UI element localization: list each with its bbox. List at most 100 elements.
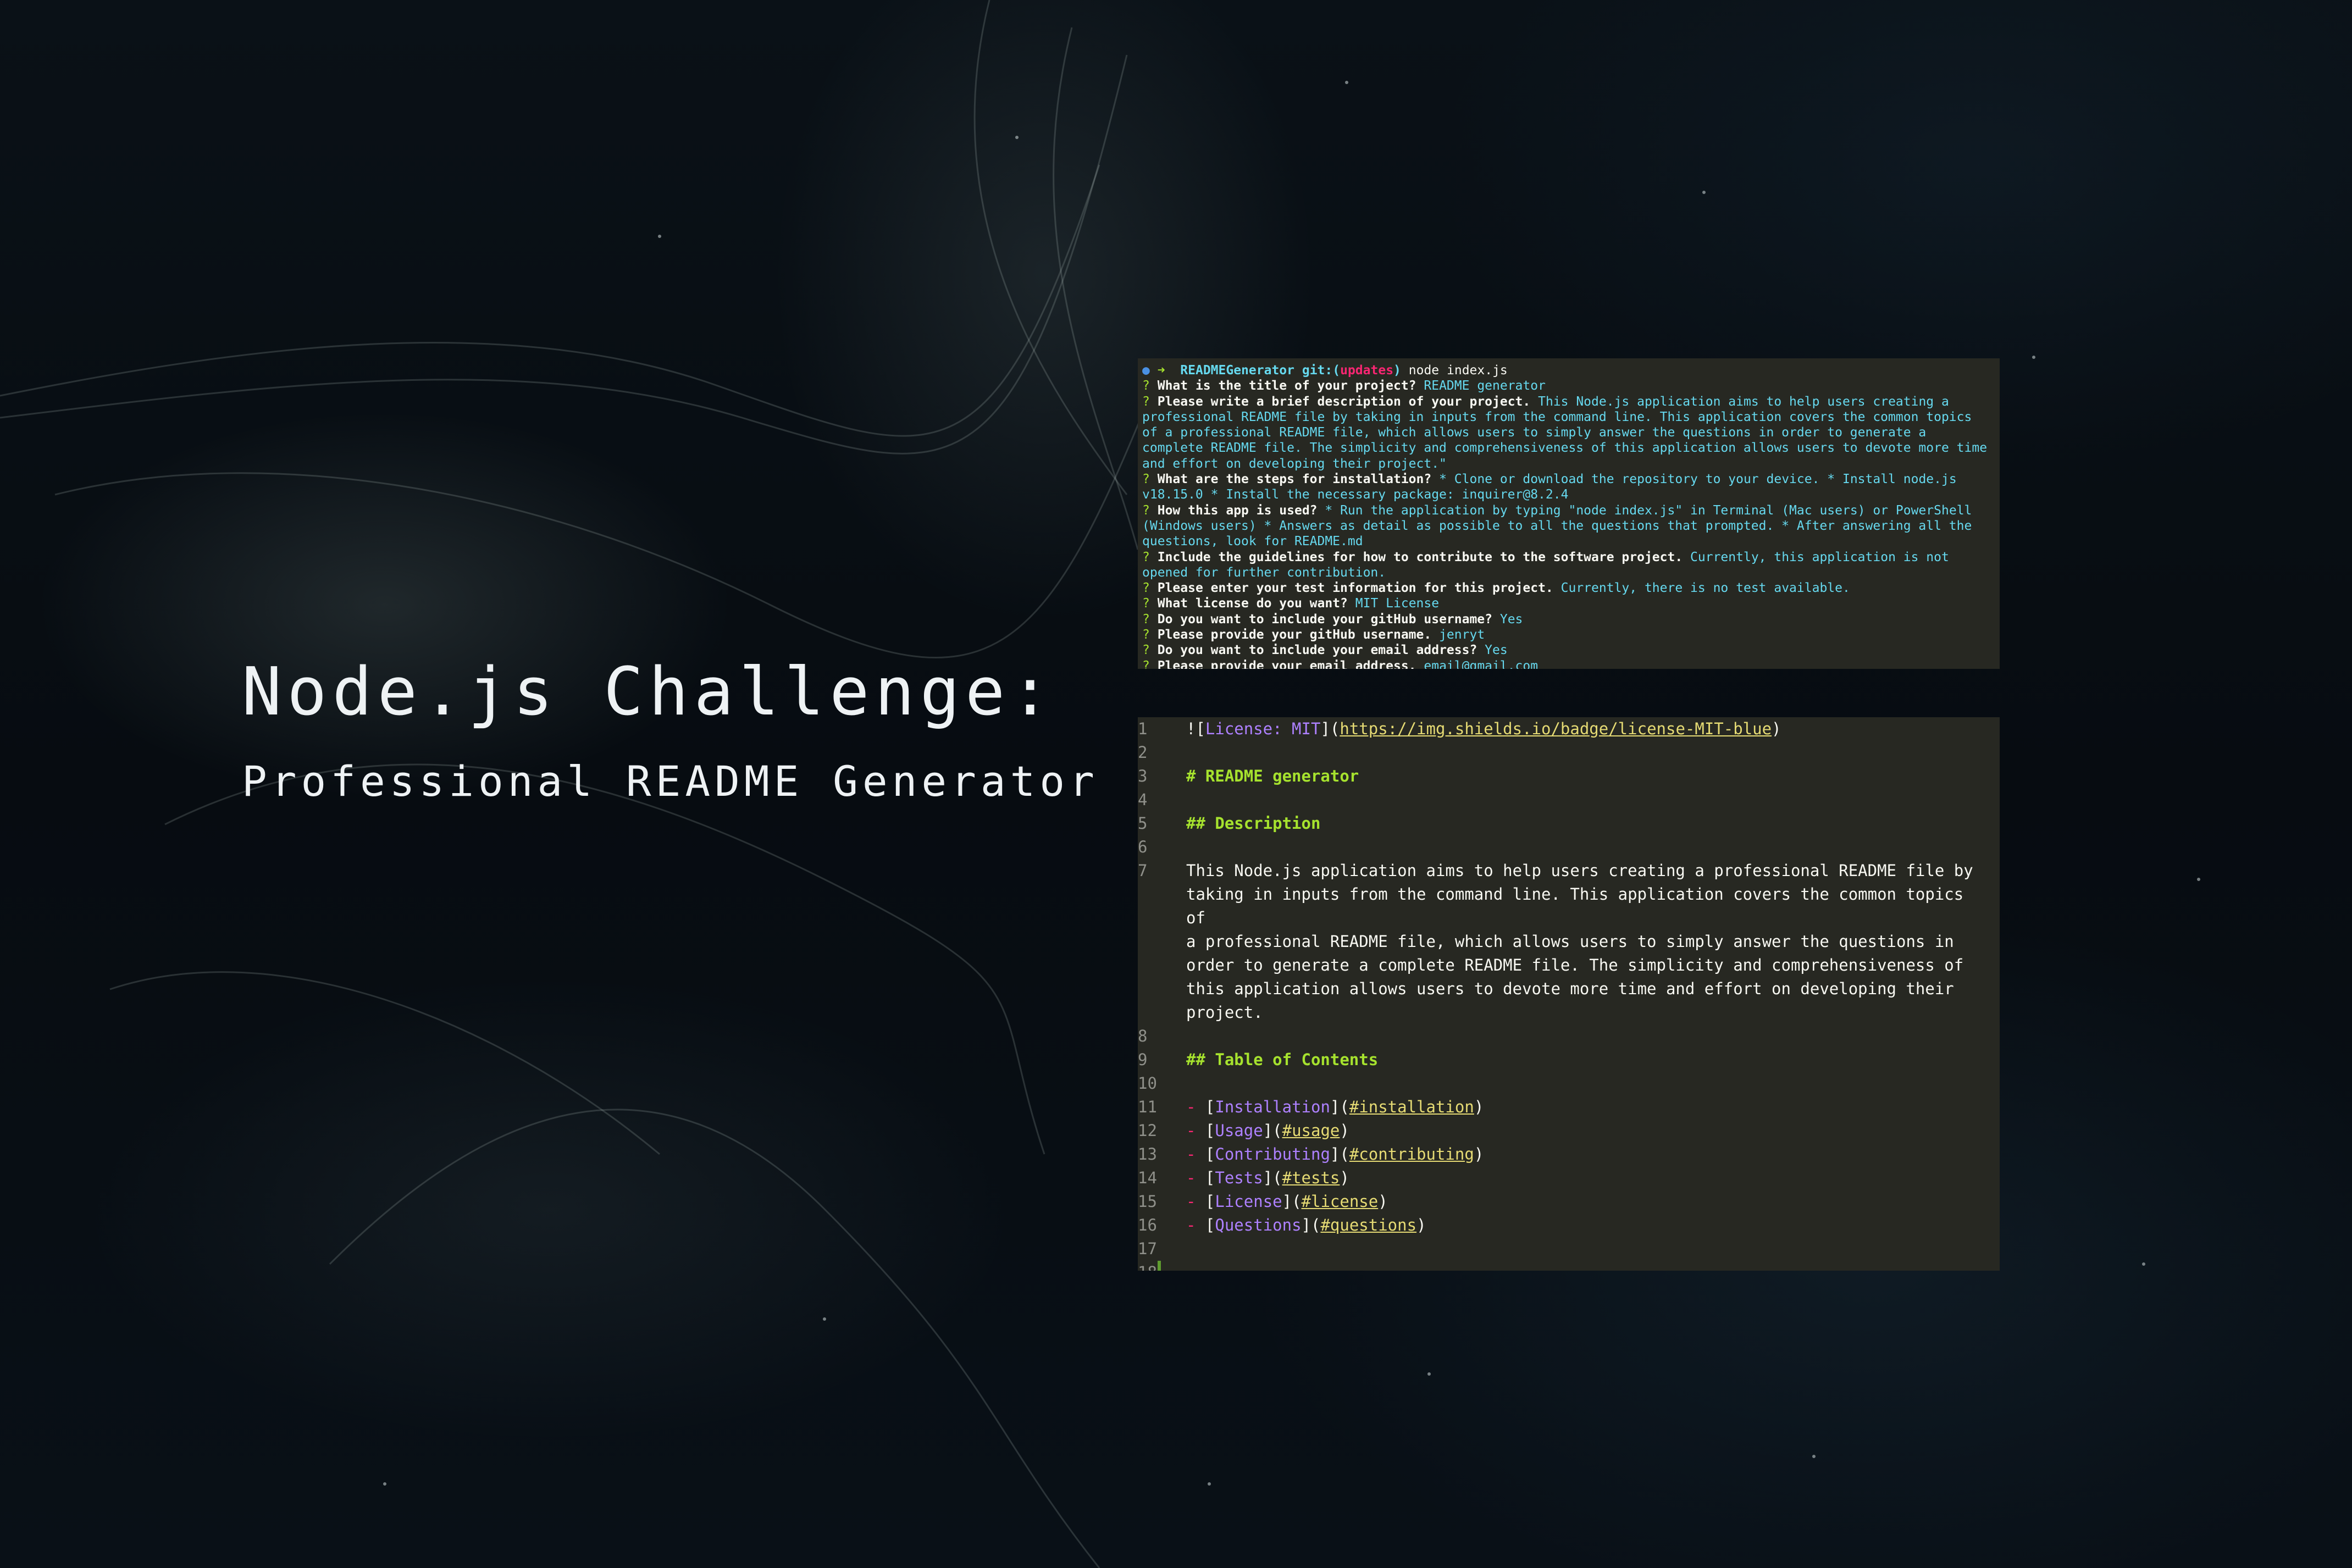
md-bracket: ) xyxy=(1340,1121,1349,1140)
editor-line: 2 xyxy=(1138,741,2000,764)
terminal-question: Do you want to include your email addres… xyxy=(1157,643,1477,658)
md-heading: ## Description xyxy=(1186,814,1321,833)
md-bracket: ]( xyxy=(1263,1168,1282,1187)
terminal-question: Please provide your gitHub username. xyxy=(1157,628,1432,642)
editor-line: 18 xyxy=(1138,1261,2000,1271)
description-text: This Node.js application aims to help us… xyxy=(1186,861,1973,880)
line-number: 3 xyxy=(1138,767,1148,785)
md-heading: # README generator xyxy=(1186,767,1359,785)
line-number: 15 xyxy=(1138,1192,1157,1211)
code-editor[interactable]: 1 ![License: MIT](https://img.shields.io/… xyxy=(1138,717,2000,1271)
line-number: 2 xyxy=(1138,743,1148,762)
terminal-qa-line: ? Do you want to include your email addr… xyxy=(1142,642,1994,658)
prompt-command: node index.js xyxy=(1408,363,1508,378)
question-mark-icon: ? xyxy=(1142,658,1150,669)
line-number: 17 xyxy=(1138,1239,1157,1258)
question-mark-icon: ? xyxy=(1142,379,1150,394)
toc-link: #contributing xyxy=(1349,1145,1474,1163)
line-number: 16 xyxy=(1138,1216,1157,1234)
line-number: 12 xyxy=(1138,1121,1157,1140)
md-bracket: ]( xyxy=(1330,1145,1349,1163)
terminal-answer: jenryt xyxy=(1439,628,1485,642)
md-link-text: License: MIT xyxy=(1205,719,1321,738)
terminal-question: Include the guidelines for how to contri… xyxy=(1157,550,1683,564)
description-text: taking in inputs from the command line. … xyxy=(1186,885,1973,927)
editor-line: 10 xyxy=(1138,1072,2000,1095)
terminal-question: Please write a brief description of your… xyxy=(1157,394,1531,409)
line-number: 13 xyxy=(1138,1145,1157,1163)
editor-line: 5 ## Description xyxy=(1138,812,2000,835)
toc-label: Installation xyxy=(1215,1098,1330,1116)
question-mark-icon: ? xyxy=(1142,628,1150,642)
line-number: 8 xyxy=(1138,1027,1148,1045)
md-bracket: ![ xyxy=(1186,719,1205,738)
hero-subtitle: Professional README Generator xyxy=(242,757,1099,806)
question-mark-icon: ? xyxy=(1142,643,1150,658)
md-bracket: ]( xyxy=(1330,1098,1349,1116)
line-number: 10 xyxy=(1138,1074,1157,1093)
md-bracket: ) xyxy=(1416,1216,1426,1234)
line-number: 18 xyxy=(1138,1261,1157,1271)
line-number: 9 xyxy=(1138,1050,1148,1069)
toc-link: #license xyxy=(1301,1192,1379,1211)
terminal-answer: Currently, there is no test available. xyxy=(1560,581,1850,596)
md-bracket: [ xyxy=(1196,1098,1215,1116)
terminal-question: What are the steps for installation? xyxy=(1157,472,1432,487)
md-list-dash: - xyxy=(1186,1192,1196,1211)
md-bracket: ) xyxy=(1340,1168,1349,1187)
terminal-qa-line: ? Include the guidelines for how to cont… xyxy=(1142,550,1994,581)
md-bracket: ]( xyxy=(1282,1192,1302,1211)
terminal-qa-line: ? Please provide your gitHub username. j… xyxy=(1142,627,1994,642)
terminal-answer: MIT License xyxy=(1355,596,1440,611)
toc-label: Contributing xyxy=(1215,1145,1330,1163)
toc-label: Questions xyxy=(1215,1216,1302,1234)
terminal-qa-line: ? What license do you want? MIT License xyxy=(1142,596,1994,611)
terminal-question: What license do you want? xyxy=(1157,596,1348,611)
toc-link: #questions xyxy=(1320,1216,1417,1234)
line-number: 11 xyxy=(1138,1098,1157,1116)
terminal-qa-line: ? Please provide your email address. ema… xyxy=(1142,658,1994,669)
question-mark-icon: ? xyxy=(1142,612,1150,627)
toc-label: Usage xyxy=(1215,1121,1263,1140)
editor-line: 15 - [License](#license) xyxy=(1138,1190,2000,1214)
status-dot-icon: ● xyxy=(1142,363,1150,378)
question-mark-icon: ? xyxy=(1142,596,1150,611)
toc-link: #tests xyxy=(1282,1168,1340,1187)
editor-line: 6 xyxy=(1138,835,2000,859)
line-number: 14 xyxy=(1138,1168,1157,1187)
md-bracket: ) xyxy=(1474,1145,1484,1163)
toc-label: License xyxy=(1215,1192,1282,1211)
toc-link: #usage xyxy=(1282,1121,1340,1140)
editor-line: 1 ![License: MIT](https://img.shields.io/… xyxy=(1138,717,2000,741)
editor-line: 4 xyxy=(1138,788,2000,812)
line-number: 6 xyxy=(1138,838,1148,856)
question-mark-icon: ? xyxy=(1142,550,1150,564)
arrow-icon: ➜ xyxy=(1157,363,1165,378)
prompt-directory: READMEGenerator xyxy=(1180,363,1294,378)
line-number: 7 xyxy=(1138,861,1148,880)
md-bracket: ]( xyxy=(1320,719,1340,738)
editor-line: 17 xyxy=(1138,1237,2000,1261)
terminal-question: What is the title of your project? xyxy=(1157,379,1416,394)
terminal-qa-list: ? What is the title of your project? REA… xyxy=(1142,378,1994,669)
terminal-qa-line: ? How this app is used? * Run the applic… xyxy=(1142,503,1994,550)
line-number: 1 xyxy=(1138,719,1148,738)
terminal-question: Please provide your email address. xyxy=(1157,658,1416,669)
terminal-answer: email@gmail.com xyxy=(1424,658,1539,669)
line-number: 5 xyxy=(1138,814,1148,833)
editor-line: 7 This Node.js application aims to help u… xyxy=(1138,859,2000,1024)
md-bracket: ) xyxy=(1378,1192,1388,1211)
editor-line: 12 - [Usage](#usage) xyxy=(1138,1119,2000,1143)
terminal-question: How this app is used? xyxy=(1157,503,1318,518)
terminal-qa-line: ? Please write a brief description of yo… xyxy=(1142,394,1994,472)
editor-line: 9 ## Table of Contents xyxy=(1138,1048,2000,1072)
editor-line: 8 xyxy=(1138,1024,2000,1048)
cursor-gutter-marker xyxy=(1158,1261,1161,1271)
md-bracket: ) xyxy=(1772,719,1781,738)
terminal-window: ● ➜ READMEGenerator git:(updates) node i… xyxy=(1138,358,2000,669)
editor-line: 3 # README generator xyxy=(1138,764,2000,788)
question-mark-icon: ? xyxy=(1142,394,1150,409)
md-bracket: [ xyxy=(1196,1121,1215,1140)
md-bracket: [ xyxy=(1196,1168,1215,1187)
line-number: 4 xyxy=(1138,790,1148,809)
